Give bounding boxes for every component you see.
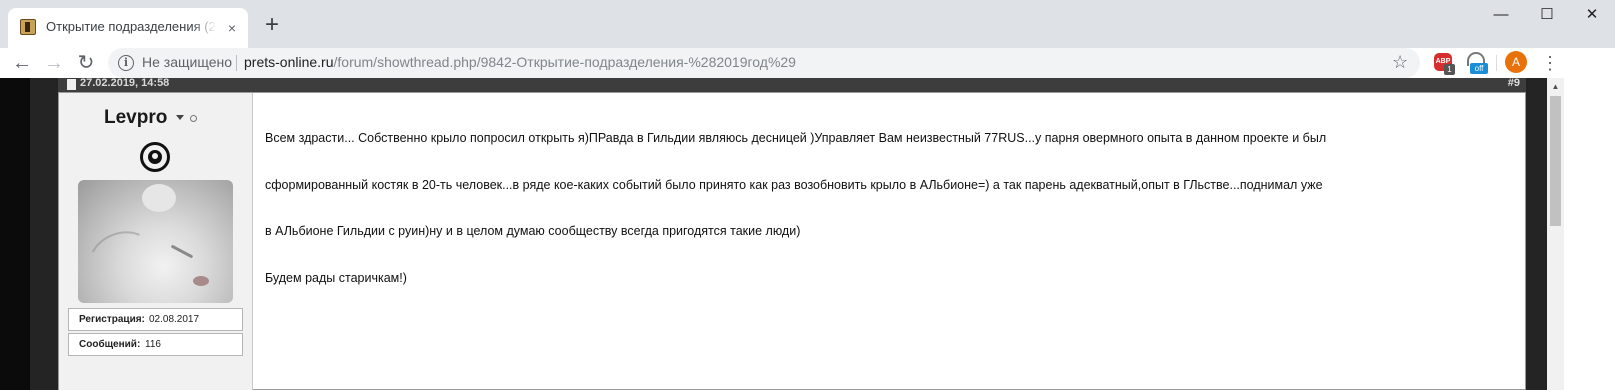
message-line: Будем рады старичкам!) <box>265 270 407 285</box>
user-avatar[interactable] <box>78 180 233 303</box>
vertical-scrollbar[interactable]: ▲ <box>1547 78 1564 390</box>
tab-close-icon[interactable]: × <box>224 20 240 36</box>
adblock-badge: 1 <box>1444 64 1455 75</box>
user-info-panel: Levpro Регистрация: 02.08.2017 Сообщений… <box>59 93 253 390</box>
back-button[interactable]: ← <box>8 49 36 77</box>
message-line: в АЛьбионе Гильдии с руин)ну и в целом д… <box>265 224 801 238</box>
forward-button[interactable]: → <box>40 49 68 77</box>
avatar-lion-eye <box>170 244 194 259</box>
right-margin <box>1564 78 1615 390</box>
security-status[interactable]: Не защищено <box>142 54 232 70</box>
post-date: 27.02.2019, 14:58 <box>80 78 170 89</box>
address-bar[interactable]: i Не защищено prets-online.ru/forum/show… <box>108 48 1420 78</box>
clan-emblem-icon <box>140 142 170 172</box>
minimize-button[interactable]: — <box>1478 0 1524 30</box>
messages-label: Сообщений: <box>79 339 141 350</box>
browser-menu-icon[interactable]: ⋮ <box>1540 51 1560 75</box>
browser-toolbar: ← → ↻ i Не защищено prets-online.ru/foru… <box>0 48 1615 78</box>
close-window-button[interactable]: ✕ <box>1569 0 1615 30</box>
online-status-icon <box>190 115 197 122</box>
avatar-lion-nose <box>193 276 209 286</box>
post-document-icon <box>67 79 76 90</box>
messages-stat: Сообщений: 116 <box>68 333 243 356</box>
bookmark-star-icon[interactable]: ☆ <box>1392 52 1408 73</box>
registration-label: Регистрация: <box>79 314 145 325</box>
profile-avatar[interactable]: A <box>1505 51 1527 73</box>
reload-button[interactable]: ↻ <box>72 49 100 77</box>
address-divider <box>236 55 237 71</box>
tab-title: Открытие подразделения (2019 год) <box>46 19 216 34</box>
forum-post: Levpro Регистрация: 02.08.2017 Сообщений… <box>58 92 1526 390</box>
url-text[interactable]: prets-online.ru/forum/showthread.php/984… <box>244 54 796 70</box>
browser-tab[interactable]: Открытие подразделения (2019 год) × <box>8 8 248 48</box>
toolbar-divider <box>1496 55 1497 71</box>
url-host: prets-online.ru <box>244 54 334 70</box>
registration-value: 02.08.2017 <box>149 314 200 325</box>
avatar-lion-mane <box>79 221 167 303</box>
post-number-link[interactable]: #9 <box>1508 78 1520 89</box>
user-menu-caret-icon[interactable] <box>176 115 184 120</box>
message-line: Всем здрасти... Собственно крыло попроси… <box>265 131 1327 145</box>
scroll-up-icon[interactable]: ▲ <box>1547 78 1564 95</box>
scrollbar-thumb[interactable] <box>1550 96 1561 226</box>
tab-strip: Открытие подразделения (2019 год) × + — … <box>0 0 1615 48</box>
avatar-lion-ear <box>142 184 176 212</box>
message-line: сформированный костяк в 20-ть человек...… <box>265 177 1323 192</box>
site-favicon-icon <box>20 19 36 35</box>
adblock-extension-button[interactable]: ABP 1 <box>1432 51 1456 75</box>
forum-content-frame: 27.02.2019, 14:58 #9 Levpro Регистрация:… <box>30 78 1547 390</box>
maximize-button[interactable]: ☐ <box>1524 0 1570 30</box>
page-viewport: 27.02.2019, 14:58 #9 Levpro Регистрация:… <box>0 78 1615 390</box>
post-message: Всем здрасти... Собственно крыло попроси… <box>265 100 1495 317</box>
vpn-extension-button[interactable]: off <box>1464 51 1488 75</box>
username-link[interactable]: Levpro <box>104 107 167 129</box>
info-icon[interactable]: i <box>118 55 134 71</box>
vpn-off-badge: off <box>1470 63 1488 74</box>
messages-value: 116 <box>145 339 161 350</box>
post-header: 27.02.2019, 14:58 #9 <box>58 78 1526 92</box>
new-tab-button[interactable]: + <box>258 12 286 40</box>
registration-stat: Регистрация: 02.08.2017 <box>68 308 243 331</box>
url-path: /forum/showthread.php/9842-Открытие-подр… <box>333 54 796 70</box>
